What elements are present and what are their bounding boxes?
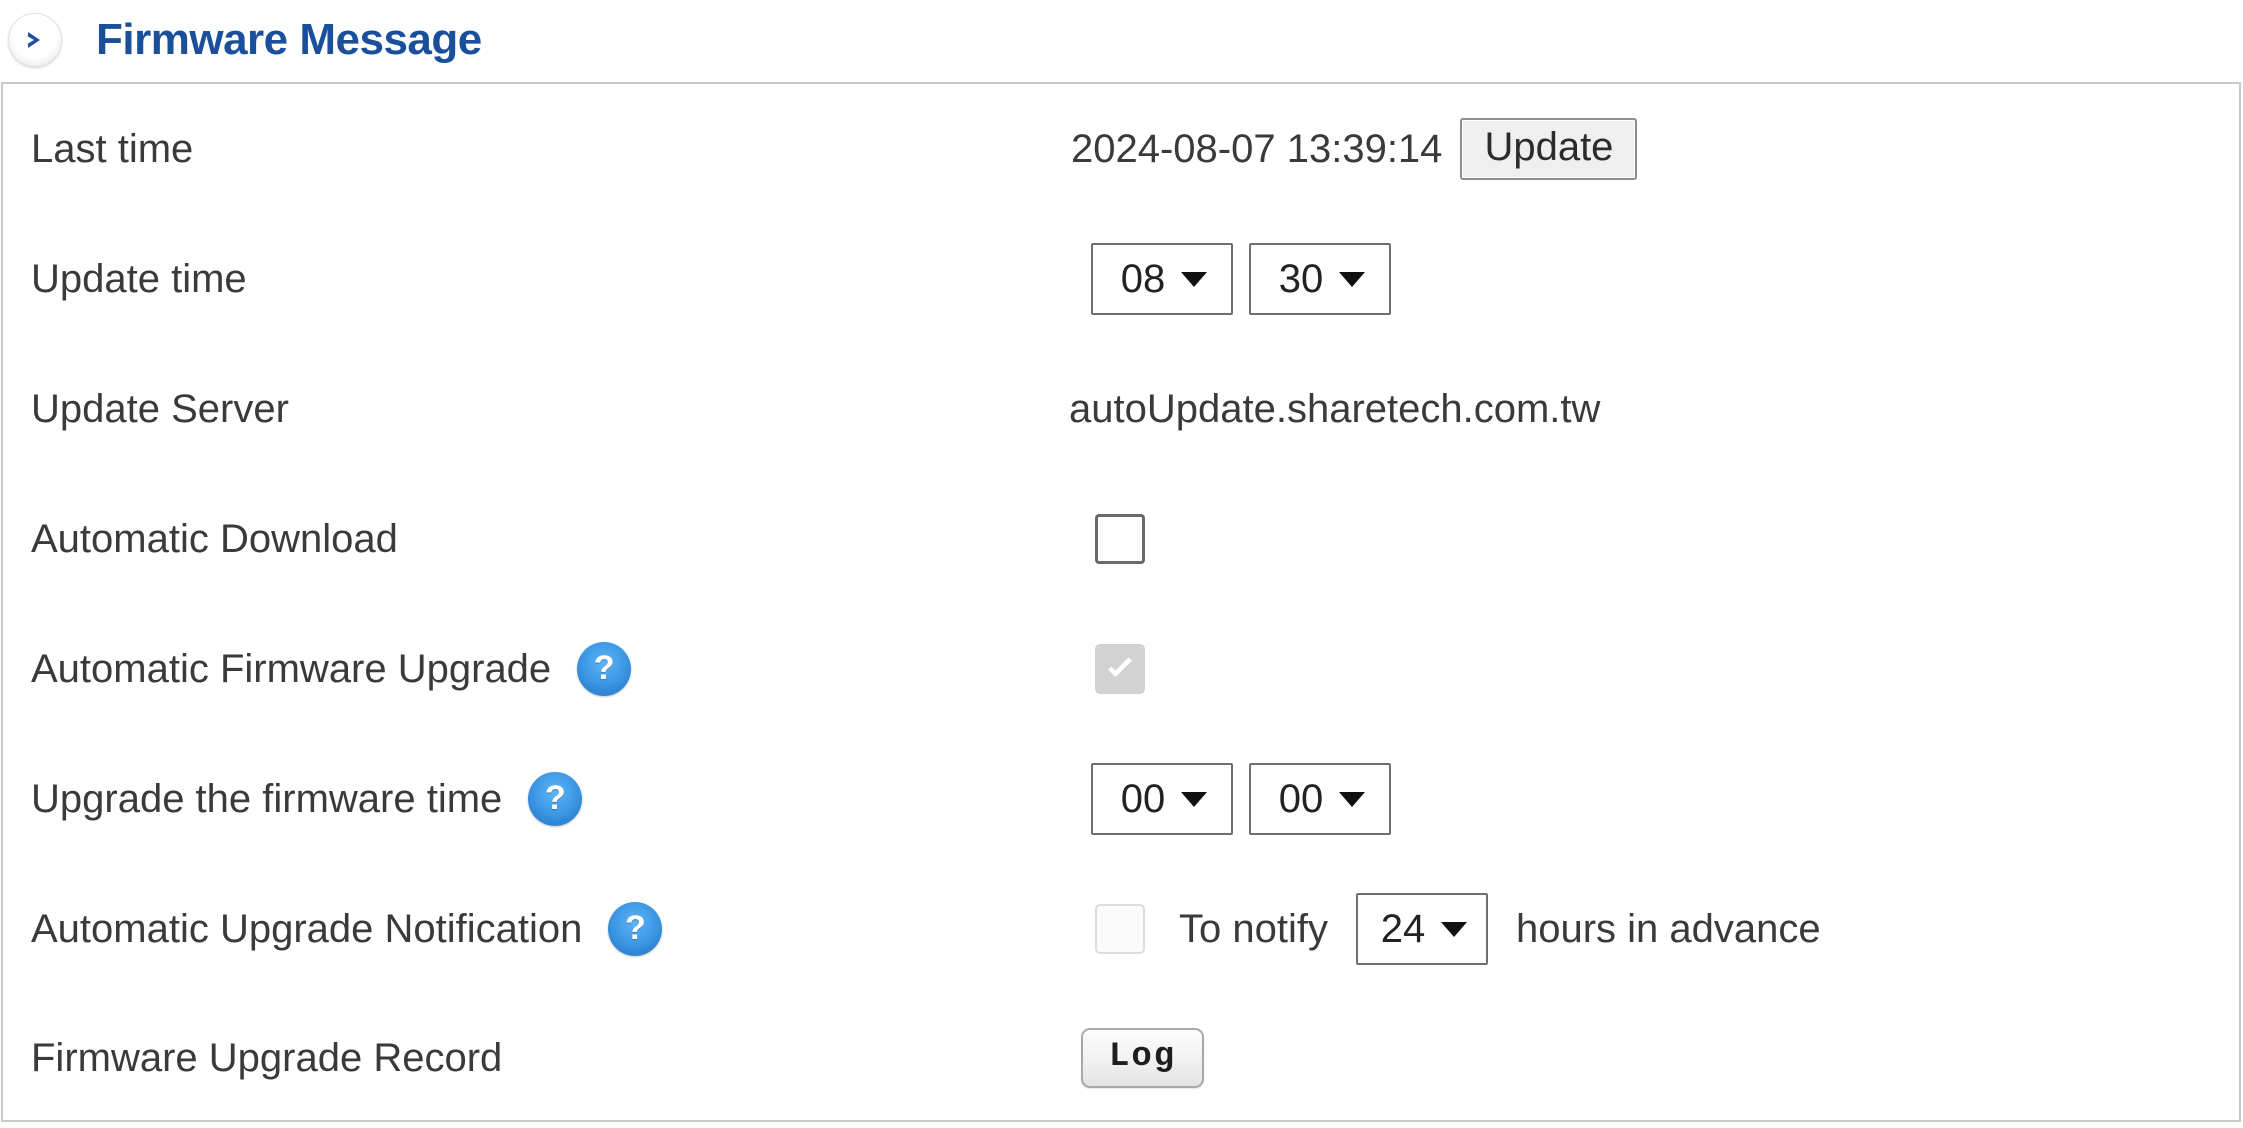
- chevron-down-icon: [1181, 791, 1208, 807]
- last-time-label-cell: Last time: [31, 127, 1049, 172]
- firmware-upgrade-record-value-cell: Log: [1049, 1028, 2239, 1088]
- last-time-value: 2024-08-07 13:39:14: [1071, 126, 1443, 171]
- question-mark-glyph: ?: [544, 779, 566, 817]
- upgrade-firmware-time-label: Upgrade the firmware time: [31, 776, 503, 821]
- update-time-label-cell: Update time: [31, 257, 1049, 302]
- update-time-minute-value: 30: [1278, 256, 1324, 301]
- chevron-down-icon: [1339, 271, 1366, 287]
- chevron-down-icon: [1339, 791, 1366, 807]
- firmware-message-page: Firmware Message Last time 2024-08-07 13…: [0, 0, 2243, 1128]
- upgrade-firmware-time-label-cell: Upgrade the firmware time ?: [31, 772, 1049, 826]
- log-button[interactable]: Log: [1081, 1028, 1205, 1088]
- row-last-time: Last time 2024-08-07 13:39:14 Update: [3, 84, 2239, 214]
- update-time-minute-select[interactable]: 30: [1249, 243, 1391, 315]
- automatic-upgrade-notification-label-cell: Automatic Upgrade Notification ?: [31, 902, 1049, 956]
- automatic-upgrade-notification-label: Automatic Upgrade Notification: [31, 906, 583, 951]
- row-firmware-upgrade-record: Firmware Upgrade Record Log: [3, 994, 2239, 1122]
- row-automatic-firmware-upgrade: Automatic Firmware Upgrade ?: [3, 604, 2239, 734]
- automatic-firmware-upgrade-value-cell: [1049, 644, 2239, 694]
- automatic-firmware-upgrade-label: Automatic Firmware Upgrade: [31, 646, 552, 691]
- automatic-download-label-cell: Automatic Download: [31, 517, 1049, 562]
- update-server-value: autoUpdate.sharetech.com.tw: [1069, 386, 1601, 431]
- notify-hours-select[interactable]: 24: [1355, 893, 1488, 965]
- notify-prefix-text: To notify: [1179, 906, 1328, 951]
- row-upgrade-firmware-time: Upgrade the firmware time ? 00 00: [3, 734, 2239, 864]
- automatic-firmware-upgrade-checkbox: [1095, 644, 1145, 694]
- question-mark-icon[interactable]: ?: [577, 642, 632, 696]
- update-time-hour-value: 08: [1120, 256, 1166, 301]
- upgrade-firmware-time-hour-select[interactable]: 00: [1091, 763, 1233, 835]
- page-title: Firmware Message: [96, 15, 482, 64]
- update-time-value-cell: 08 30: [1049, 243, 2239, 315]
- chevron-down-icon: [1181, 271, 1208, 287]
- upgrade-firmware-time-value-cell: 00 00: [1049, 763, 2239, 835]
- update-server-label: Update Server: [31, 386, 289, 431]
- notify-hours-value: 24: [1380, 906, 1426, 951]
- row-update-server: Update Server autoUpdate.sharetech.com.t…: [3, 344, 2239, 474]
- chevron-down-icon: [1441, 921, 1468, 937]
- question-mark-glyph: ?: [593, 649, 615, 687]
- question-mark-icon[interactable]: ?: [608, 902, 663, 956]
- row-update-time: Update time 08 30: [3, 214, 2239, 344]
- upgrade-firmware-time-hour-value: 00: [1120, 776, 1166, 821]
- automatic-download-checkbox[interactable]: [1095, 514, 1145, 564]
- last-time-value-cell: 2024-08-07 13:39:14 Update: [1049, 118, 2239, 180]
- last-time-label: Last time: [31, 126, 194, 171]
- automatic-download-label: Automatic Download: [31, 516, 398, 561]
- update-time-label: Update time: [31, 256, 247, 301]
- question-mark-glyph: ?: [625, 909, 646, 947]
- row-automatic-upgrade-notification: Automatic Upgrade Notification ? To noti…: [3, 864, 2239, 994]
- update-button[interactable]: Update: [1460, 118, 1638, 180]
- row-automatic-download: Automatic Download: [3, 474, 2239, 604]
- upgrade-firmware-time-minute-select[interactable]: 00: [1249, 763, 1391, 835]
- update-time-hour-select[interactable]: 08: [1091, 243, 1233, 315]
- update-server-label-cell: Update Server: [31, 387, 1049, 432]
- section-header: Firmware Message: [0, 0, 482, 80]
- question-mark-icon[interactable]: ?: [528, 772, 583, 826]
- notify-suffix-text: hours in advance: [1515, 906, 1821, 951]
- automatic-upgrade-notification-value-cell: To notify 24 hours in advance: [1049, 893, 2239, 965]
- automatic-upgrade-notification-checkbox: [1095, 904, 1145, 954]
- firmware-message-panel: Last time 2024-08-07 13:39:14 Update Upd…: [1, 82, 2241, 1122]
- firmware-upgrade-record-label-cell: Firmware Upgrade Record: [31, 1036, 1049, 1081]
- firmware-upgrade-record-label: Firmware Upgrade Record: [31, 1035, 503, 1080]
- upgrade-firmware-time-minute-value: 00: [1278, 776, 1324, 821]
- automatic-firmware-upgrade-label-cell: Automatic Firmware Upgrade ?: [31, 642, 1049, 696]
- update-server-value-cell: autoUpdate.sharetech.com.tw: [1049, 387, 2239, 432]
- chevron-right-circle-icon[interactable]: [8, 13, 62, 67]
- automatic-download-value-cell: [1049, 514, 2239, 564]
